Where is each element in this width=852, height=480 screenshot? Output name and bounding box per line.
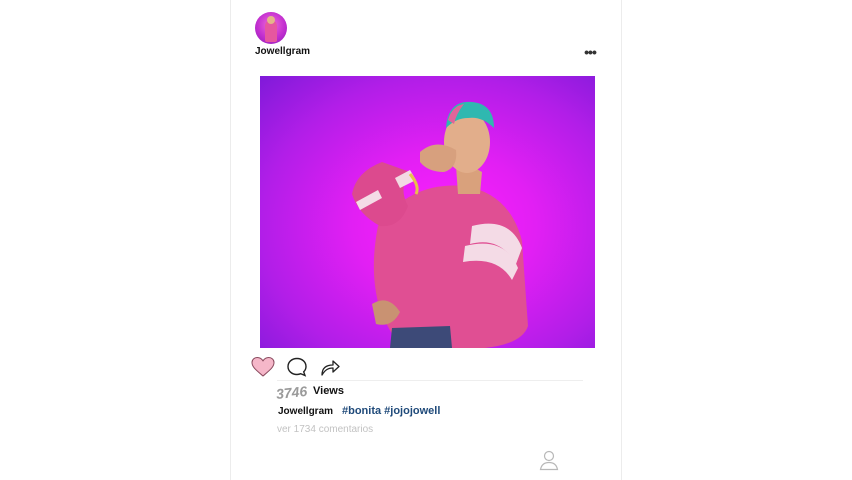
actions-divider xyxy=(277,380,583,381)
page: Jowellgram ••• 3746 Views Jowellgram #bo… xyxy=(0,0,852,480)
views-count: 3746 xyxy=(275,382,308,402)
heart-icon[interactable] xyxy=(251,356,275,378)
user-profile-icon[interactable] xyxy=(538,449,560,471)
post-actions xyxy=(251,356,371,378)
avatar-head xyxy=(267,16,275,24)
share-arrow-icon[interactable] xyxy=(318,356,342,378)
comment-bubble-icon[interactable] xyxy=(285,356,309,378)
instagram-post-card: Jowellgram ••• 3746 Views Jowellgram #bo… xyxy=(230,0,622,480)
more-options-icon[interactable]: ••• xyxy=(583,44,597,60)
view-comments-link[interactable]: ver 1734 comentarios xyxy=(277,424,373,435)
post-username[interactable]: Jowellgram xyxy=(255,46,310,57)
profile-avatar[interactable] xyxy=(255,12,287,44)
views-label: Views xyxy=(313,385,344,397)
caption-hashtags[interactable]: #bonita #jojojowell xyxy=(342,405,440,417)
post-photo[interactable] xyxy=(260,76,595,348)
caption-username[interactable]: Jowellgram xyxy=(278,406,333,417)
post-photo-figure xyxy=(352,101,528,348)
